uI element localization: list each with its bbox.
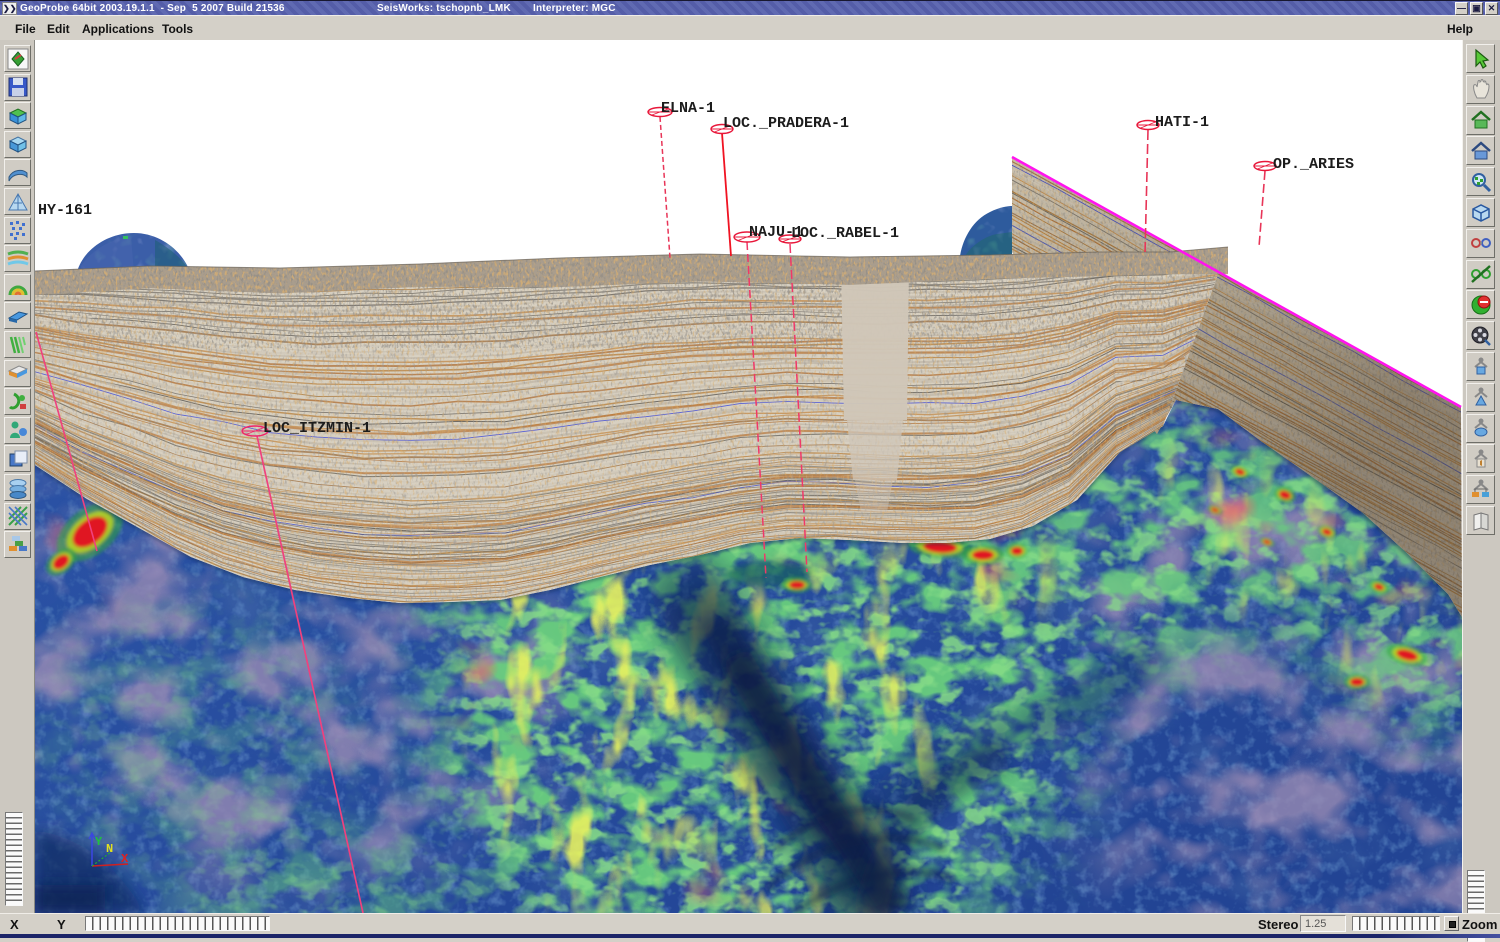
svg-text:Y: Y xyxy=(95,835,103,849)
svg-text:LOC._PRADERA-1: LOC._PRADERA-1 xyxy=(723,115,849,132)
svg-text:HATI-1: HATI-1 xyxy=(1155,114,1209,131)
svg-text:N: N xyxy=(106,842,113,856)
svg-text:HY-161: HY-161 xyxy=(38,202,92,219)
svg-text:ELNA-1: ELNA-1 xyxy=(661,100,715,117)
svg-text:OP._ARIES: OP._ARIES xyxy=(1273,156,1354,173)
svg-text:LOC._RABEL-1: LOC._RABEL-1 xyxy=(791,225,899,242)
svg-text:LOC_ITZMIN-1: LOC_ITZMIN-1 xyxy=(263,420,371,437)
svg-text:X: X xyxy=(121,852,129,866)
